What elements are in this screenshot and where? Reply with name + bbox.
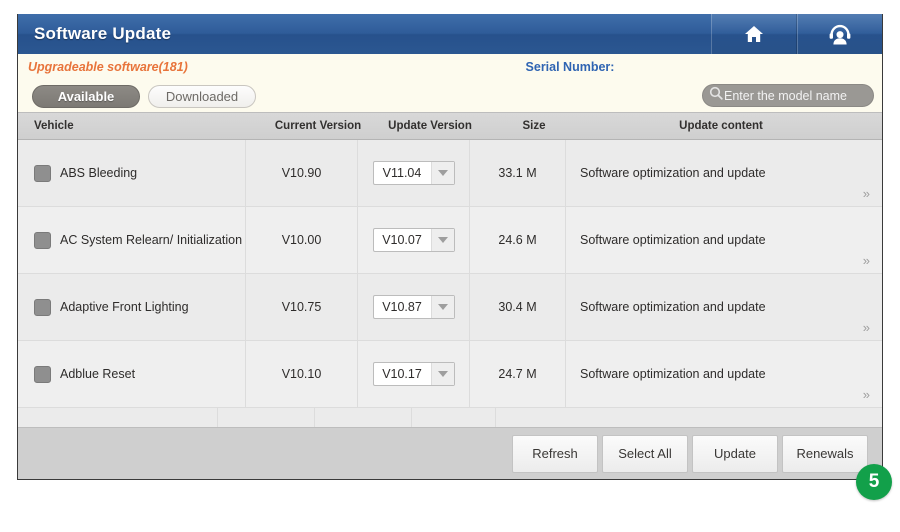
update-version-value: V10.17 (374, 367, 431, 381)
update-version-select[interactable]: V10.17 (373, 362, 455, 386)
headset-support-icon (828, 24, 852, 45)
serial-number-label: Serial Number: (138, 60, 900, 74)
info-strip: Upgradeable software(181) Serial Number: (18, 54, 882, 80)
current-version-value: V10.90 (246, 140, 358, 206)
update-version-select[interactable]: V10.87 (373, 295, 455, 319)
page-title: Software Update (18, 14, 711, 54)
row-checkbox[interactable] (34, 232, 51, 249)
column-header-size: Size (486, 120, 582, 132)
update-content-text: Optimized calibration function for BMW\M… (510, 426, 856, 427)
chevron-down-icon (431, 162, 454, 184)
software-update-window: Software Update Upgradeable software (17, 14, 883, 480)
vehicle-name: ABS Bleeding (60, 166, 137, 181)
select-all-button[interactable]: Select All (602, 435, 688, 473)
update-version-select[interactable]: V10.07 (373, 228, 455, 252)
upgradeable-count-label: Upgradeable software(181) (28, 60, 188, 74)
size-value: 24.6 M (470, 207, 566, 273)
table-row[interactable]: ABS Bleeding V10.90 V11.04 33.1 M Software o… (18, 140, 882, 207)
step-badge: 5 (856, 464, 892, 500)
tab-available[interactable]: Available (32, 85, 140, 108)
chevron-down-icon (431, 296, 454, 318)
update-version-value: V10.87 (374, 300, 431, 314)
current-version-value: V10.10 (246, 341, 358, 407)
home-button[interactable] (711, 14, 797, 54)
search-input[interactable]: Enter the model name (702, 84, 874, 107)
filter-bar: Available Downloaded Enter the model nam… (18, 80, 882, 112)
update-content-text: Software optimization and update (580, 367, 766, 382)
chevron-down-icon (431, 363, 454, 385)
update-button[interactable]: Update (692, 435, 778, 473)
chevron-down-icon (431, 229, 454, 251)
update-version-value: V11.04 (374, 166, 431, 180)
vehicle-name: Adaptive Front Lighting (60, 300, 189, 315)
column-header-update-version: Update Version (374, 120, 486, 132)
table-row[interactable]: Adaptive Front Lighting V10.75 V10.87 30.4 … (18, 274, 882, 341)
current-version-value: V10.00 (246, 207, 358, 273)
software-list[interactable]: ABS Bleeding V10.90 V11.04 33.1 M Software o… (18, 140, 882, 427)
title-bar: Software Update (18, 14, 882, 54)
row-checkbox[interactable] (34, 165, 51, 182)
current-version-value: V10.75 (246, 274, 358, 340)
table-row[interactable]: Air / Fuel ResetV10.10V10.1524.6 MOptimi… (18, 408, 882, 427)
vehicle-name: AC System Relearn/ Initialization (60, 233, 242, 248)
support-button[interactable] (797, 14, 882, 54)
update-content-text: Software optimization and update (580, 233, 766, 248)
update-content-text: Software optimization and update (580, 166, 766, 181)
column-header-update-content: Update content (582, 120, 882, 132)
search-placeholder: Enter the model name (724, 89, 847, 103)
update-version-select[interactable]: V11.04 (373, 161, 455, 185)
tab-downloaded[interactable]: Downloaded (148, 85, 256, 108)
expand-content-icon[interactable]: » (863, 254, 870, 267)
refresh-button[interactable]: Refresh (512, 435, 598, 473)
vehicle-name: Adblue Reset (60, 367, 135, 382)
expand-content-icon[interactable]: » (863, 187, 870, 200)
row-checkbox[interactable] (34, 366, 51, 383)
search-icon (709, 86, 723, 105)
renewals-button[interactable]: Renewals (782, 435, 868, 473)
size-value: 24.7 M (470, 341, 566, 407)
table-header: Vehicle Current Version Update Version S… (18, 112, 882, 140)
table-row[interactable]: AC System Relearn/ Initialization V10.00 V… (18, 207, 882, 274)
update-version-value: V10.07 (374, 233, 431, 247)
size-value: 33.1 M (470, 140, 566, 206)
column-header-vehicle: Vehicle (18, 120, 262, 132)
current-version-value: V10.10 (218, 408, 315, 427)
expand-content-icon[interactable]: » (863, 321, 870, 334)
table-row[interactable]: Adblue Reset V10.10 V10.17 24.7 M Software o… (18, 341, 882, 408)
row-checkbox[interactable] (34, 299, 51, 316)
home-icon (743, 24, 765, 44)
size-value: 24.6 M (412, 408, 495, 427)
action-bar: Refresh Select All Update Renewals (18, 427, 882, 479)
update-content-text: Software optimization and update (580, 300, 766, 315)
size-value: 30.4 M (470, 274, 566, 340)
column-header-current-version: Current Version (262, 120, 374, 132)
expand-content-icon[interactable]: » (863, 388, 870, 401)
